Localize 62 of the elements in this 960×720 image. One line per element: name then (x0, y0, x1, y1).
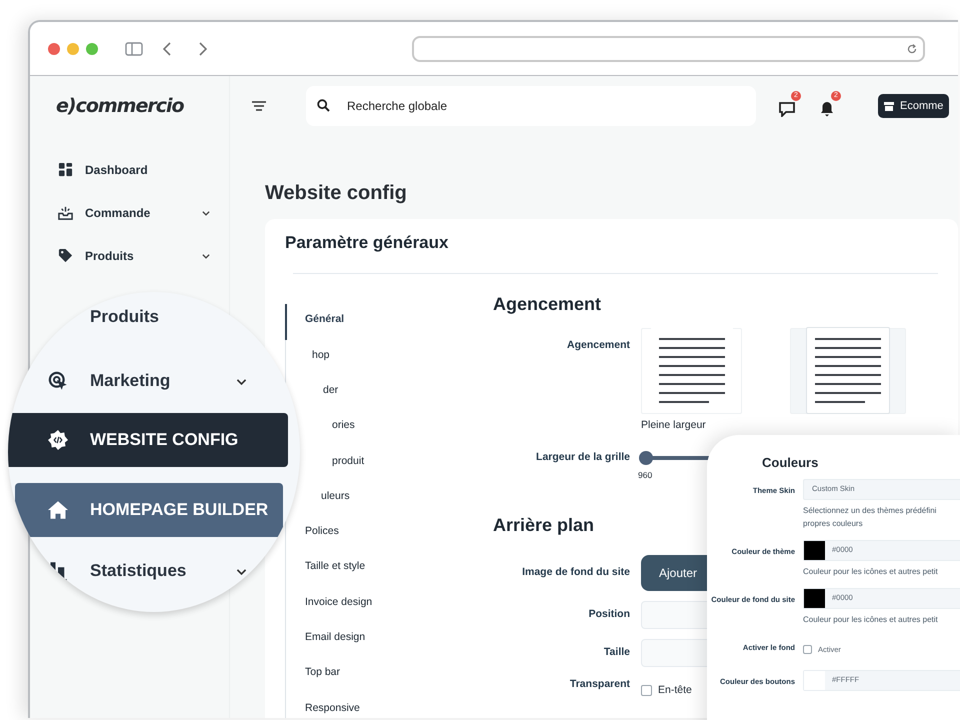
settings-tab[interactable]: hop (312, 348, 330, 362)
settings-tab[interactable]: der (323, 382, 338, 397)
settings-tab[interactable]: uleurs (321, 488, 350, 503)
back-icon[interactable] (163, 42, 171, 56)
magnified-nav-item[interactable]: Produits (8, 302, 270, 332)
logo[interactable]: e)commercio (30, 76, 229, 136)
help-text: Sélectionnez un des thèmes prédéfini (803, 504, 938, 517)
forward-icon[interactable] (199, 42, 207, 56)
settings-tab[interactable]: ories (332, 418, 355, 432)
card-title: Paramètre généraux (285, 233, 450, 254)
settings-tab[interactable]: Général (305, 312, 344, 326)
page-title: Website config (265, 181, 408, 205)
help-text: propres couleurs (803, 518, 864, 530)
settings-tab[interactable]: Email design (305, 630, 366, 644)
settings-tab[interactable]: produit (332, 454, 364, 468)
field-label: Agencement (566, 338, 630, 353)
field-label: Image de fond du site (521, 565, 630, 580)
sidebar-item[interactable]: Produits (30, 234, 229, 277)
field-label: Position (588, 607, 630, 622)
field-label: Largeur de la grille (535, 450, 630, 465)
settings-tab[interactable]: Responsive (305, 700, 360, 715)
color-swatch[interactable] (804, 540, 825, 560)
slider-value: 960 (638, 468, 654, 482)
tag-icon (58, 248, 73, 263)
field-label: Taille (602, 645, 630, 660)
search-icon (317, 99, 330, 112)
settings-tab[interactable]: Taille et style (305, 559, 366, 574)
target-icon (48, 371, 68, 391)
layout-option[interactable] (790, 328, 906, 414)
slider-thumb[interactable] (639, 450, 653, 465)
gear-icon (48, 430, 68, 450)
search-field[interactable]: Recherche globale (306, 86, 756, 126)
sidebar-item[interactable]: Commande (30, 191, 229, 234)
menu-icon[interactable] (252, 101, 266, 111)
section-heading: Agencement (493, 294, 602, 316)
reload-icon[interactable] (907, 44, 917, 54)
magnified-nav-item[interactable]: HOMEPAGE BUILDER (15, 483, 283, 537)
magnified-nav-item[interactable]: WEBSITE CONFIG (8, 413, 288, 467)
settings-tab[interactable]: Top bar (305, 665, 340, 680)
store-icon (884, 102, 894, 110)
magnified-nav-item[interactable]: Statistiques (8, 544, 270, 598)
option-label: Pleine largeur (641, 418, 707, 433)
sidebar-item[interactable]: Dashboard (30, 148, 229, 191)
message-icon (779, 100, 795, 117)
color-swatch[interactable] (804, 588, 825, 608)
panel-title: Couleurs (762, 455, 820, 471)
home-icon (48, 500, 68, 520)
help-text: Couleur pour les icônes et autres petit (803, 566, 939, 578)
store-button[interactable]: Ecomme (878, 94, 950, 118)
grid-icon (58, 162, 73, 177)
help-text: Couleur pour les icônes et autres petit (803, 614, 939, 626)
sidebar-toggle-icon[interactable] (125, 42, 143, 56)
settings-tab[interactable]: Invoice design (305, 594, 372, 609)
section-heading: Arrière plan (493, 515, 594, 538)
checkbox-option[interactable]: En-tête (641, 683, 692, 699)
magnified-nav-item[interactable]: Marketing (8, 354, 270, 408)
close-window-icon[interactable] (48, 42, 60, 54)
settings-tab[interactable]: Polices (305, 524, 339, 538)
tray-icon (58, 205, 73, 220)
field-label: Transparent (568, 677, 630, 692)
layout-option[interactable] (641, 328, 742, 414)
bell-icon (819, 100, 835, 117)
